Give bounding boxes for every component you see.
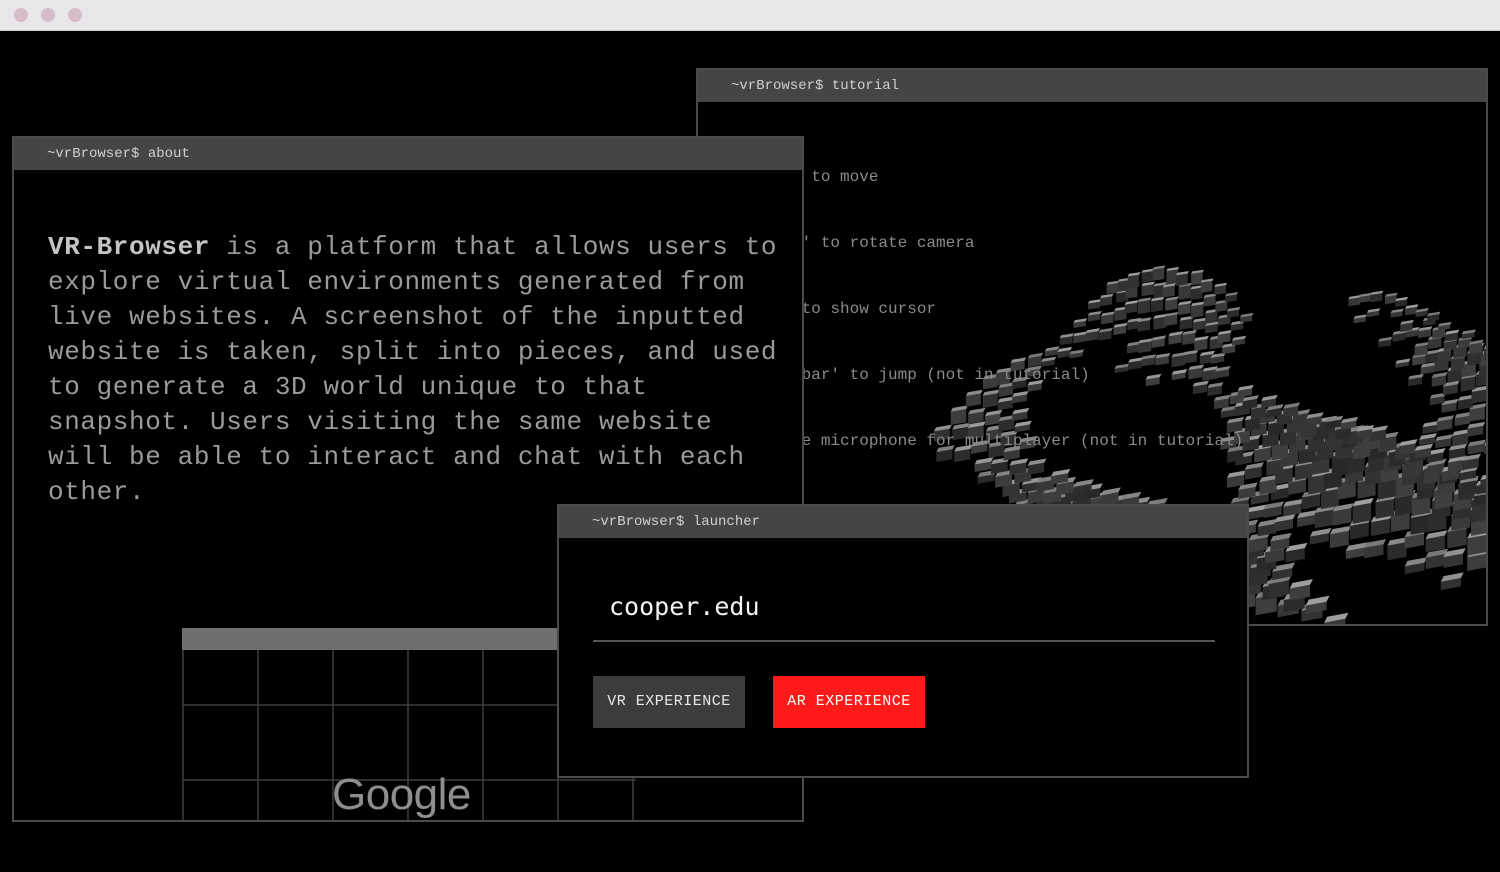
- launcher-title: ~vrBrowser$ launcher: [592, 514, 761, 530]
- tutorial-line: 'esc' to show cursor: [744, 300, 937, 318]
- url-input-underline: [593, 640, 1215, 642]
- tutorial-instructions: 'wasd' to move 'mouse' to rotate camera …: [744, 122, 1243, 496]
- about-title: ~vrBrowser$ about: [47, 146, 190, 162]
- close-dot-icon[interactable]: [14, 8, 28, 22]
- tutorial-line: 'wasd' to move: [744, 168, 879, 186]
- ar-experience-button[interactable]: AR EXPERIENCE: [773, 676, 925, 728]
- tutorial-line: 'spacebar' to jump (not in tutorial): [744, 366, 1090, 384]
- vr-experience-button[interactable]: VR EXPERIENCE: [593, 676, 745, 728]
- tutorial-title: ~vrBrowser$ tutorial: [731, 78, 900, 94]
- about-body: is a platform that allows users to explo…: [48, 232, 778, 507]
- tutorial-titlebar[interactable]: ~vrBrowser$ tutorial: [698, 70, 1486, 102]
- brand-name: VR-Browser: [48, 232, 211, 262]
- about-description: VR-Browser is a platform that allows use…: [48, 230, 788, 510]
- about-titlebar[interactable]: ~vrBrowser$ about: [14, 138, 802, 170]
- launcher-titlebar[interactable]: ~vrBrowser$ launcher: [559, 506, 1247, 538]
- tutorial-line: 'mouse' to rotate camera: [744, 234, 975, 252]
- maximize-dot-icon[interactable]: [68, 8, 82, 22]
- url-input[interactable]: cooper.edu: [609, 592, 760, 621]
- launcher-window: ~vrBrowser$ launcher cooper.edu VR EXPER…: [557, 504, 1249, 778]
- google-logo: Google: [332, 770, 471, 819]
- browser-chrome-bar: [0, 0, 1500, 31]
- minimize-dot-icon[interactable]: [41, 8, 55, 22]
- tutorial-line: 'enable microphone for multiplayer (not …: [744, 432, 1244, 450]
